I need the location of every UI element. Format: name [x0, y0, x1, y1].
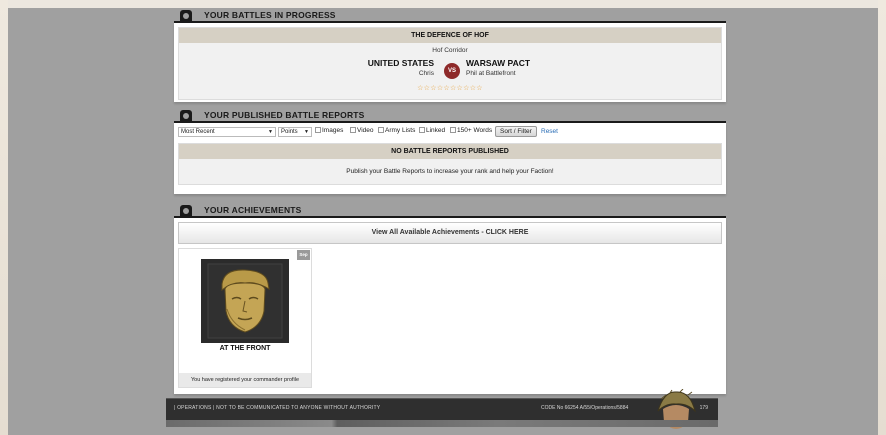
battle-body: Hof Corridor UNITED STATES Chris VS WARS… [179, 43, 721, 99]
filter-150-words-label: 150+ Words [457, 127, 493, 134]
checkbox-icon[interactable] [450, 127, 456, 134]
footer-image-strip [166, 420, 718, 427]
filter-army-lists-label: Army Lists [385, 127, 416, 134]
checkbox-icon[interactable] [350, 127, 356, 134]
achievements-section: YOUR ACHIEVEMENTS View All Available Ach… [174, 203, 726, 394]
footer-code: CODE No 66254 A/55/Operations/5884 [541, 405, 629, 411]
filter-army-lists[interactable]: Army Lists [378, 127, 415, 134]
reports-section: YOUR PUBLISHED BATTLE REPORTS Most Recen… [174, 108, 726, 194]
dropdown-arrow-icon: ▼ [304, 129, 309, 135]
sort-filter-button[interactable]: Sort / Filter [495, 126, 537, 137]
filter-images[interactable]: Images [315, 127, 343, 134]
team-b-name: WARSAW PACT [466, 58, 531, 68]
battles-section: YOUR BATTLES IN PROGRESS THE DEFENCE OF … [174, 8, 726, 102]
reports-section-header: YOUR PUBLISHED BATTLE REPORTS [174, 108, 726, 123]
checkbox-icon[interactable] [378, 127, 384, 134]
team-a-player[interactable]: Chris [368, 70, 434, 77]
footer-classification: | OPERATIONS | NOT TO BE COMMUNICATED TO… [174, 405, 381, 411]
reports-empty-title: NO BATTLE REPORTS PUBLISHED [179, 144, 721, 159]
achievements-panel: View All Available Achievements - CLICK … [174, 218, 726, 394]
site-footer: | OPERATIONS | NOT TO BE COMMUNICATED TO… [166, 389, 718, 429]
sort-select-value: Most Recent [181, 129, 215, 135]
reports-filter-row: Most Recent ▼ Points ▼ Images Video Army… [178, 125, 722, 141]
battle-rating-stars[interactable]: ☆☆☆☆☆☆☆☆☆☆ [179, 84, 721, 92]
filter-images-label: Images [322, 127, 344, 134]
page-background-left [0, 0, 8, 435]
battles-section-header: YOUR BATTLES IN PROGRESS [174, 8, 726, 23]
achievements-section-title: YOUR ACHIEVEMENTS [204, 205, 302, 215]
sort-select[interactable]: Most Recent ▼ [178, 127, 276, 137]
points-select[interactable]: Points ▼ [278, 127, 312, 137]
reset-link[interactable]: Reset [541, 128, 558, 135]
page-background-right [878, 0, 886, 435]
achievement-title: AT THE FRONT [219, 345, 271, 352]
filter-linked-label: Linked [426, 127, 446, 134]
battle-teams: UNITED STATES Chris VS WARSAW PACT Phil … [179, 58, 721, 80]
achievement-card[interactable]: Sep AT THE FRONT You have registered you… [178, 248, 312, 388]
team-b-player[interactable]: Phil at Battlefront [466, 70, 530, 77]
achievement-tag: Sep [297, 250, 310, 260]
filter-150-words[interactable]: 150+ Words [450, 127, 492, 134]
team-a: UNITED STATES Chris [368, 58, 434, 77]
soldier-portrait-icon [201, 259, 289, 343]
achievements-section-header: YOUR ACHIEVEMENTS [174, 203, 726, 218]
team-b: WARSAW PACT Phil at Battlefront [466, 58, 530, 77]
points-select-value: Points [281, 129, 298, 135]
view-achievements-button[interactable]: View All Available Achievements - CLICK … [178, 222, 722, 244]
filter-linked[interactable]: Linked [419, 127, 445, 134]
battles-panel: THE DEFENCE OF HOF Hof Corridor UNITED S… [174, 23, 726, 102]
section-knob-icon [180, 205, 192, 217]
battle-title[interactable]: THE DEFENCE OF HOF [179, 28, 721, 43]
soldier-portrait-svg [201, 259, 289, 343]
battle-card[interactable]: THE DEFENCE OF HOF Hof Corridor UNITED S… [178, 27, 722, 100]
checkbox-icon[interactable] [419, 127, 425, 134]
dropdown-arrow-icon: ▼ [268, 129, 273, 135]
battle-location: Hof Corridor [432, 47, 468, 54]
footer-page-number: 179 [699, 405, 708, 411]
reports-section-title: YOUR PUBLISHED BATTLE REPORTS [204, 110, 365, 120]
team-a-name: UNITED STATES [367, 58, 434, 68]
reports-empty-message: Publish your Battle Reports to increase … [346, 168, 554, 175]
achievement-description: You have registered your commander profi… [179, 373, 311, 387]
filter-video-label: Video [357, 127, 374, 134]
section-knob-icon [180, 10, 192, 22]
vs-badge: VS [444, 63, 460, 79]
battles-section-title: YOUR BATTLES IN PROGRESS [204, 10, 336, 20]
section-knob-icon [180, 110, 192, 122]
checkbox-icon[interactable] [315, 127, 321, 134]
reports-panel: Most Recent ▼ Points ▼ Images Video Army… [174, 123, 726, 194]
filter-video[interactable]: Video [350, 127, 374, 134]
reports-empty-box: NO BATTLE REPORTS PUBLISHED Publish your… [178, 143, 722, 185]
content-stage: YOUR BATTLES IN PROGRESS THE DEFENCE OF … [8, 8, 878, 435]
